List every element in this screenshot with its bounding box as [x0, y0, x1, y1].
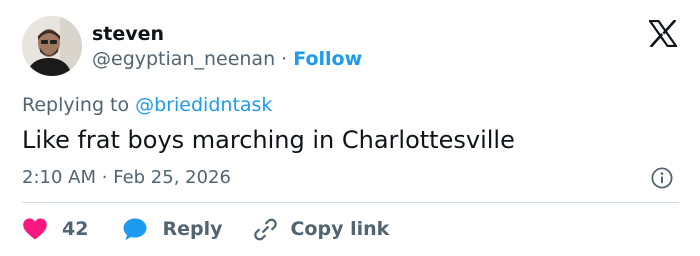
replying-prefix: Replying to — [22, 94, 136, 116]
tweet-text: Like frat boys marching in Charlottesvil… — [22, 126, 515, 154]
reply-label: Reply — [162, 218, 223, 240]
reply-bubble-icon — [123, 218, 147, 240]
info-icon[interactable] — [651, 167, 673, 189]
replying-to: Replying to @briedidntask — [22, 93, 272, 117]
handle-row: @egyptian_neenan · Follow — [92, 47, 362, 71]
like-button[interactable]: 42 — [22, 217, 88, 241]
handle-separator: · — [281, 48, 288, 70]
action-bar: 42 Reply Copy link — [22, 216, 389, 242]
reply-button[interactable]: Reply — [122, 217, 222, 241]
reply-target-link[interactable]: @briedidntask — [135, 94, 272, 116]
avatar-image — [22, 16, 82, 76]
timestamp-separator: · — [101, 167, 108, 188]
avatar[interactable] — [22, 16, 82, 76]
x-logo-icon[interactable] — [647, 19, 679, 48]
heart-icon — [23, 218, 47, 240]
display-name[interactable]: steven — [92, 22, 164, 46]
user-handle[interactable]: @egyptian_neenan — [92, 48, 275, 70]
link-icon — [254, 218, 278, 241]
copy-link-button[interactable]: Copy link — [252, 217, 389, 241]
copy-link-label: Copy link — [290, 218, 390, 240]
like-count: 42 — [62, 218, 89, 240]
follow-button[interactable]: Follow — [293, 48, 362, 70]
tweet-timestamp[interactable]: 2:10 AM · Feb 25, 2026 — [22, 166, 231, 190]
divider — [22, 202, 679, 203]
tweet-date: Feb 25, 2026 — [113, 167, 231, 188]
tweet-time: 2:10 AM — [22, 167, 96, 188]
